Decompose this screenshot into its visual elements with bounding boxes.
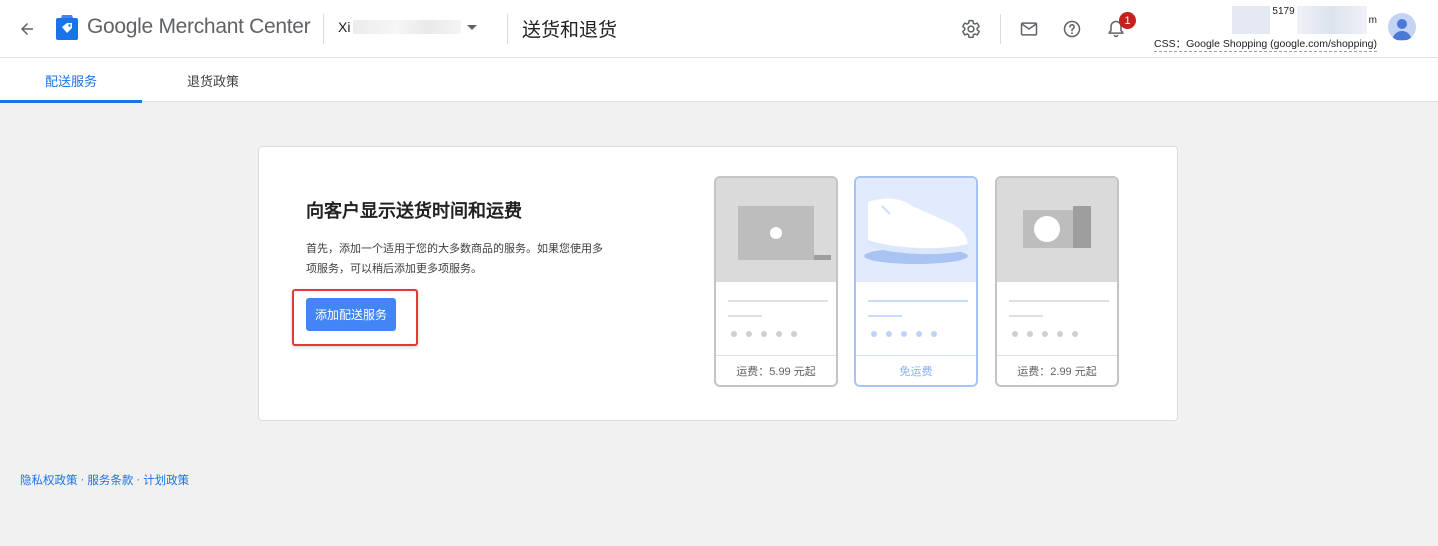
tab-return-policy[interactable]: 退货政策 xyxy=(142,58,284,102)
placeholder-line xyxy=(1009,315,1043,317)
merchant-center-logo-icon xyxy=(55,15,79,41)
brand-google: Google xyxy=(87,15,153,38)
divider xyxy=(1000,14,1001,44)
account-info: 5179 m CSS：Google Shopping (google.com/s… xyxy=(1145,6,1377,52)
page-title: 送货和退货 xyxy=(522,20,618,41)
redacted-account-name xyxy=(353,20,462,34)
placeholder-line xyxy=(728,300,828,302)
account-name: Xi xyxy=(338,19,351,35)
product-illustration-card: 运费：5.99 元起 xyxy=(714,176,838,387)
free-shipping-label: 免运费 xyxy=(856,355,976,385)
product-illustration-card: 运费：2.99 元起 xyxy=(995,176,1119,387)
avatar[interactable] xyxy=(1388,13,1416,41)
account-id: 5179 m xyxy=(1145,6,1377,34)
account-switcher[interactable]: Xi xyxy=(338,19,478,35)
program-policies-link[interactable]: 计划政策 xyxy=(143,472,189,488)
rating-dots xyxy=(1012,331,1078,337)
tab-bar: 配送服务 退货政策 xyxy=(0,58,1438,103)
placeholder-line xyxy=(1009,300,1109,302)
placeholder-line xyxy=(868,300,968,302)
notification-count-badge: 1 xyxy=(1119,12,1136,29)
placeholder-line xyxy=(728,315,762,317)
redacted-block xyxy=(1296,6,1367,34)
back-arrow-icon[interactable] xyxy=(14,16,40,42)
css-provider-link[interactable]: CSS：Google Shopping (google.com/shopping… xyxy=(1154,38,1377,52)
divider xyxy=(323,14,324,44)
chevron-down-icon xyxy=(467,24,478,30)
account-suffix: m xyxy=(1368,14,1377,26)
shipping-price-label: 运费：2.99 元起 xyxy=(997,355,1117,385)
redacted-block xyxy=(1232,6,1271,34)
mail-icon[interactable] xyxy=(1016,16,1042,42)
help-icon[interactable] xyxy=(1059,16,1085,42)
separator: · xyxy=(80,474,85,486)
rating-dots xyxy=(871,331,937,337)
terms-of-service-link[interactable]: 服务条款 xyxy=(87,472,133,488)
separator: · xyxy=(136,474,141,486)
shipping-price-label: 运费：5.99 元起 xyxy=(716,355,836,385)
product-name: Google Merchant Center xyxy=(87,15,311,39)
gear-icon[interactable] xyxy=(958,16,984,42)
divider xyxy=(507,14,508,44)
product-illustration-card: 免运费 xyxy=(854,176,978,387)
card-title: 向客户显示送货时间和运费 xyxy=(306,201,522,221)
footer-links: 隐私权政策 · 服务条款 · 计划政策 xyxy=(20,472,189,488)
privacy-policy-link[interactable]: 隐私权政策 xyxy=(20,472,78,488)
placeholder-line xyxy=(868,315,902,317)
shoe-icon xyxy=(856,178,976,282)
top-app-bar: Google Merchant Center Xi 送货和退货 1 5179 m… xyxy=(0,0,1438,58)
tab-shipping-services[interactable]: 配送服务 xyxy=(0,58,142,103)
shipping-intro-card: 向客户显示送货时间和运费 首先，添加一个适用于您的大多数商品的服务。如果您使用多… xyxy=(258,146,1178,421)
laptop-icon xyxy=(716,178,836,282)
add-shipping-service-button[interactable]: 添加配送服务 xyxy=(306,298,396,331)
brand-product: Merchant Center xyxy=(158,15,311,38)
account-id-fragment: 5179 xyxy=(1272,6,1295,17)
card-description: 首先，添加一个适用于您的大多数商品的服务。如果您使用多项服务，可以稍后添加更多项… xyxy=(306,243,603,275)
rating-dots xyxy=(731,331,797,337)
camera-icon xyxy=(997,178,1117,282)
